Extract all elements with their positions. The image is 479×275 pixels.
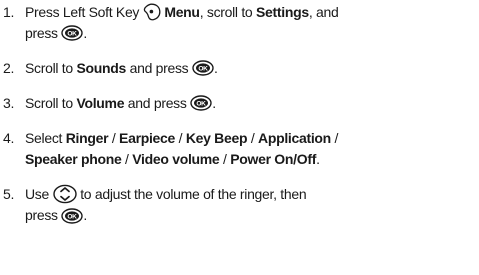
separator: /	[108, 130, 120, 146]
step-text-part: Scroll to	[25, 60, 73, 76]
step-number: 2.	[3, 60, 15, 76]
ok-key-icon: OK	[61, 25, 84, 41]
step-text-part: .	[316, 151, 320, 167]
settings-label: Settings	[256, 4, 309, 20]
volume-label: Volume	[76, 95, 125, 111]
step-1: 1. Press Left Soft Key Menu, scroll to S…	[3, 2, 473, 44]
step-text-part: press	[25, 207, 58, 224]
step-text: Select Ringer / Earpiece / Key Beep / Ap…	[25, 128, 473, 170]
separator: /	[247, 130, 259, 146]
step-text-part: , and	[308, 4, 339, 20]
nav-key-icon	[52, 184, 77, 204]
step-text-part: Select	[25, 130, 63, 146]
step-text: Scroll to Volume and press OK .	[25, 93, 473, 114]
ringer-option: Ringer	[65, 130, 109, 146]
step-text-part: Scroll to	[25, 95, 73, 111]
ok-key-label: OK	[68, 31, 78, 38]
step-2: 2. Scroll to Sounds and press OK .	[3, 58, 473, 79]
left-soft-key-icon	[143, 3, 161, 21]
step-text-part: .	[213, 60, 218, 76]
step-text-part: .	[212, 95, 216, 111]
step-text-part: Use	[25, 186, 49, 202]
ok-key-icon: OK	[190, 95, 212, 111]
step-text: Press Left Soft Key Menu, scroll to Sett…	[25, 2, 473, 44]
step-5: 5. Use to adjust the volume of the ringe…	[3, 184, 473, 226]
step-text-part: Press Left Soft Key	[25, 4, 140, 20]
step-number: 3.	[3, 95, 15, 111]
step-text-part: press	[25, 25, 58, 41]
step-text-part: to adjust the volume of the ringer, then	[80, 186, 307, 202]
step-text-part: .	[83, 207, 87, 224]
ok-key-label: OK	[197, 101, 207, 108]
step-text: Use to adjust the volume of the ringer, …	[25, 184, 473, 226]
step-number: 4.	[3, 130, 15, 146]
ok-key-icon: OK	[61, 207, 84, 224]
earpiece-option: Earpiece	[119, 130, 176, 146]
step-text: Scroll to Sounds and press OK .	[25, 58, 473, 79]
step-text-part: .	[83, 25, 87, 41]
separator: /	[175, 130, 186, 146]
step-3: 3. Scroll to Volume and press OK .	[3, 93, 473, 114]
menu-label: Menu	[164, 4, 200, 20]
sounds-label: Sounds	[76, 60, 126, 76]
separator: /	[121, 151, 133, 167]
step-number: 5.	[3, 186, 15, 202]
step-text-part: and press	[127, 95, 187, 111]
ok-key-icon: OK	[192, 60, 214, 76]
power-on-off-option: Power On/Off	[230, 151, 317, 167]
instruction-list: 1. Press Left Soft Key Menu, scroll to S…	[3, 2, 473, 226]
speaker-phone-option: Speaker phone	[25, 151, 122, 167]
step-text-part: and press	[129, 60, 189, 76]
step-4: 4. Select Ringer / Earpiece / Key Beep /…	[3, 128, 473, 170]
ok-key-label: OK	[198, 66, 208, 73]
video-volume-option: Video volume	[132, 151, 220, 167]
step-text-part: , scroll to	[199, 4, 253, 20]
separator: /	[330, 130, 339, 146]
application-option: Application	[258, 130, 331, 146]
separator: /	[219, 151, 231, 167]
ok-key-label: OK	[68, 213, 78, 220]
key-beep-option: Key Beep	[185, 130, 248, 146]
step-number: 1.	[3, 4, 15, 20]
